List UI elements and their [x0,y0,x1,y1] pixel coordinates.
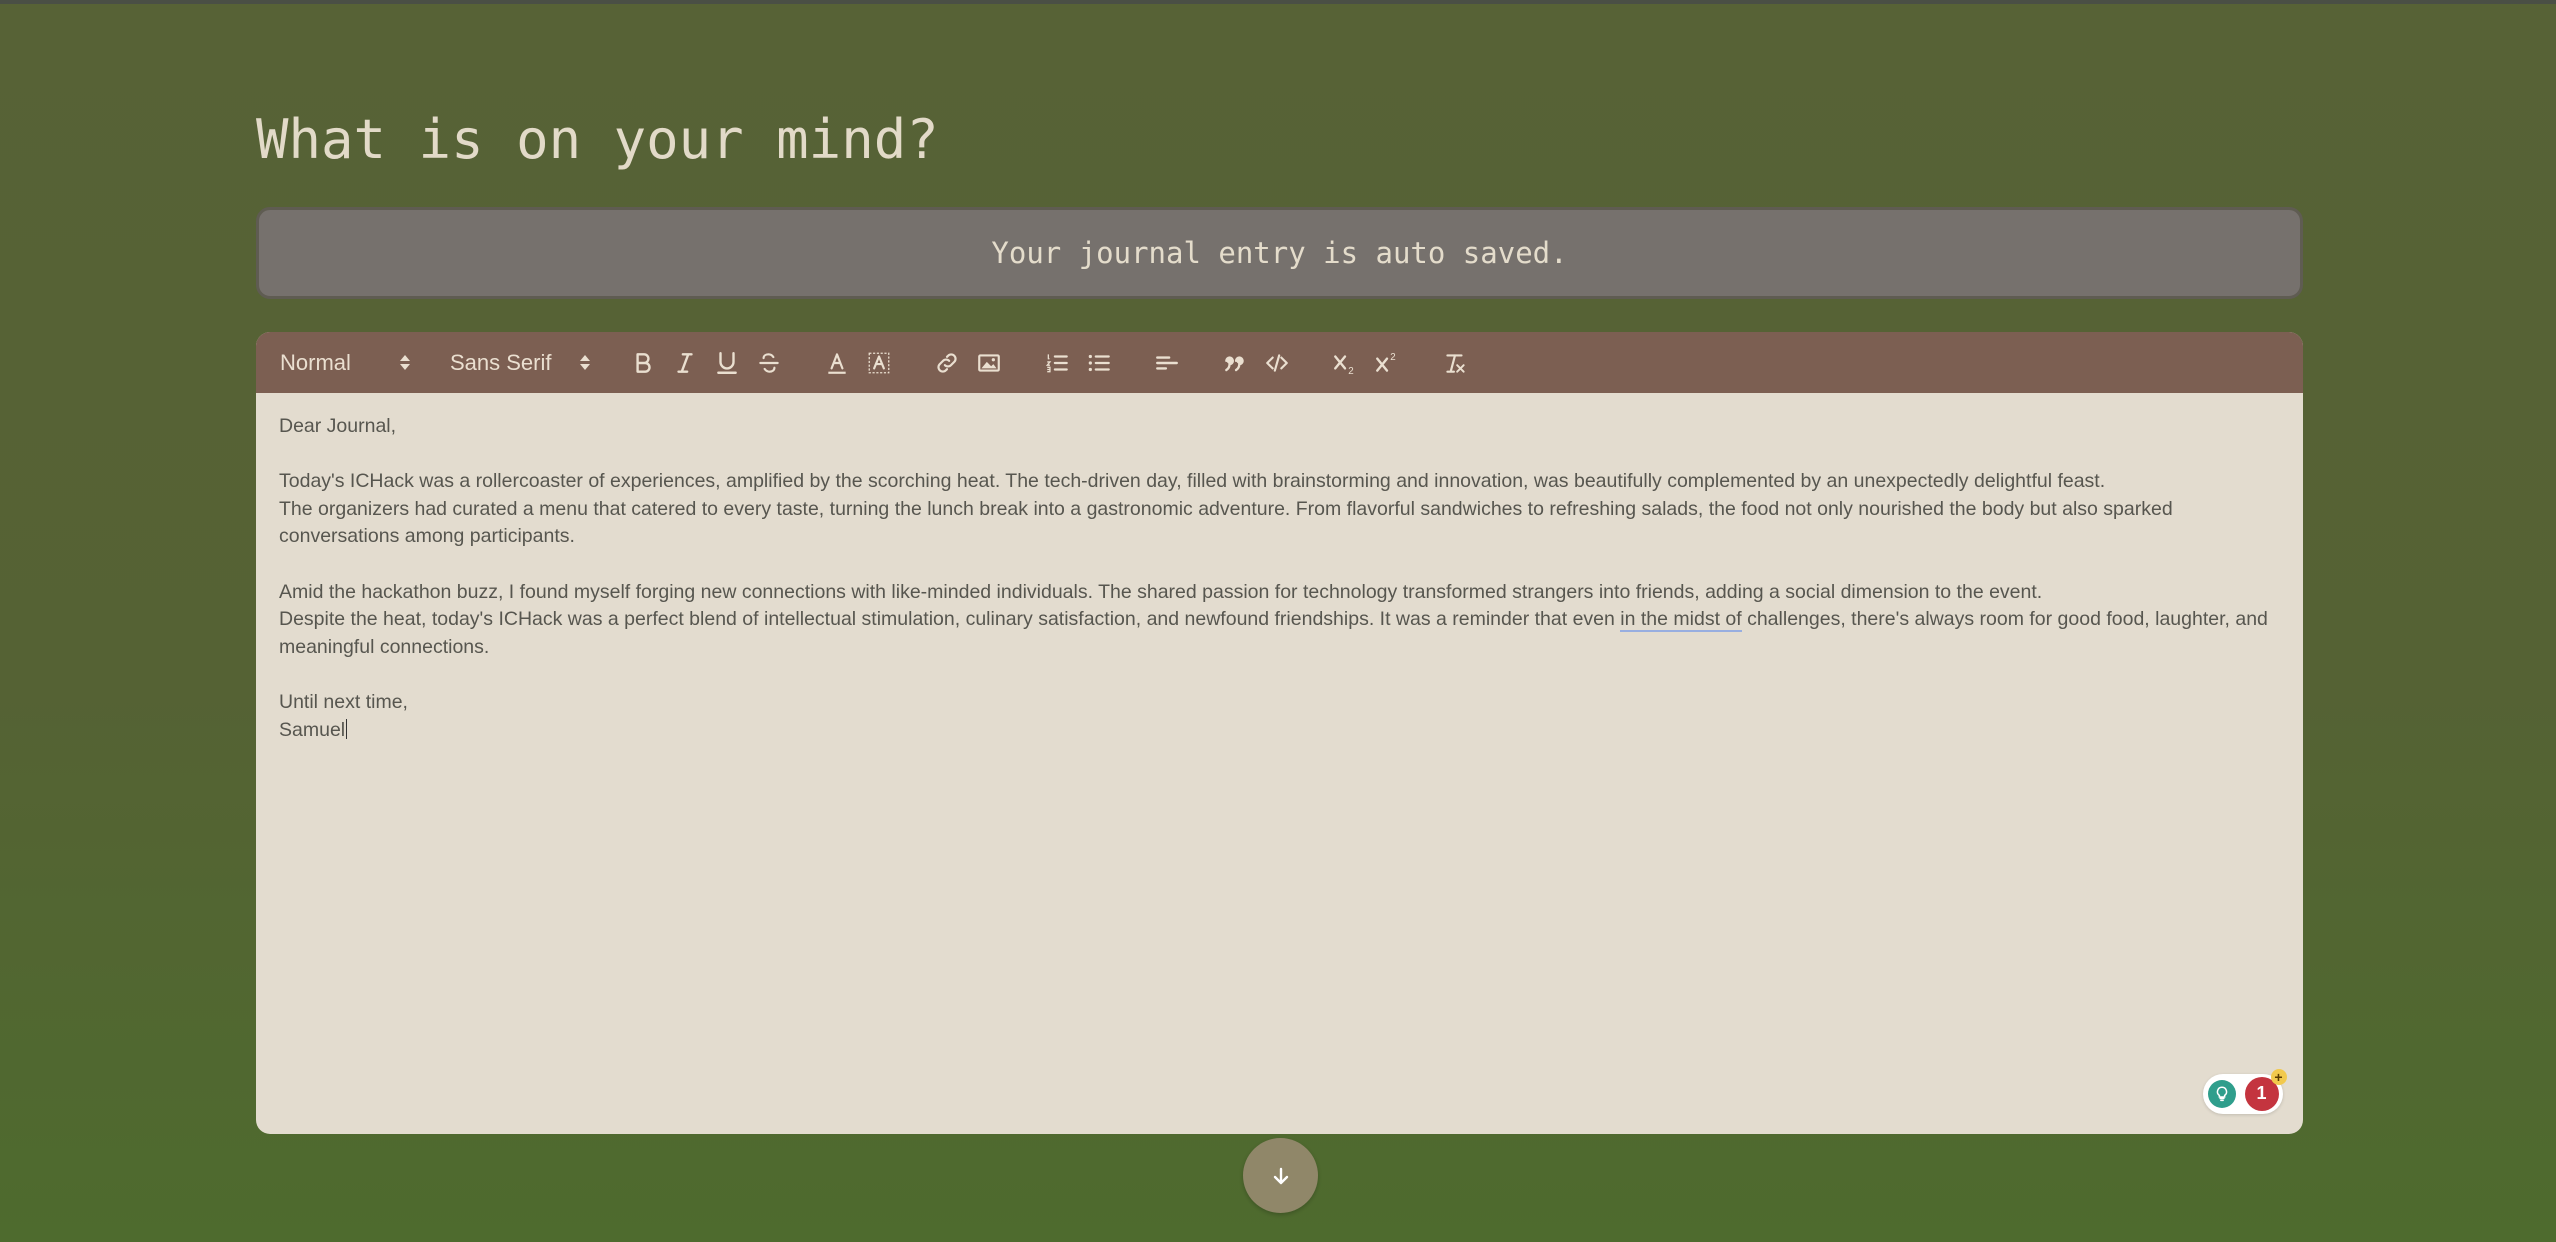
header-picker-label: Normal [280,349,351,375]
underline-button[interactable] [706,342,748,384]
background-color-button[interactable] [858,342,900,384]
bullet-list-icon [1088,354,1110,371]
window-top-border [0,0,2556,4]
clear-formatting-icon [1446,353,1465,373]
italic-icon [677,352,693,373]
image-icon [978,353,1000,372]
paragraph-line: Despite the heat, today's ICHack was a p… [279,606,2280,661]
picker-arrows-icon [580,355,590,370]
underline-icon [717,351,737,374]
editor-content[interactable]: Dear Journal, Today's ICHack was a rolle… [256,393,2303,1134]
bold-icon [636,352,651,373]
clear-formatting-button[interactable] [1434,342,1476,384]
subscript-icon: 2 [1334,354,1354,376]
quote-icon [1225,355,1244,371]
svg-text:2: 2 [1390,351,1395,362]
issue-count-badge[interactable]: 1 + [2244,1069,2287,1111]
plus-badge-icon: + [2270,1069,2287,1085]
text-color-icon [828,352,846,374]
signature-text: Samuel [279,718,346,741]
svg-text:2: 2 [1348,365,1353,375]
scroll-down-button[interactable] [1243,1138,1318,1213]
code-block-button[interactable] [1256,342,1298,384]
superscript-icon: 2 [1376,351,1396,372]
superscript-button[interactable]: 2 [1366,342,1408,384]
text-run: Despite the heat, today's ICHack was a p… [279,608,1621,631]
bold-button[interactable] [622,342,664,384]
font-picker-label: Sans Serif [450,349,552,375]
picker-arrows-icon [400,355,410,370]
editor-toolbar: Normal Sans Serif 2 2 [256,332,2303,393]
ordered-list-button[interactable] [1036,342,1078,384]
align-button[interactable] [1146,342,1188,384]
autosave-banner: Your journal entry is auto saved. [256,207,2303,299]
journal-editor: Normal Sans Serif 2 2 Dear Journal, Toda… [256,332,2303,1134]
text-caret [346,718,348,739]
strikethrough-icon [759,352,779,373]
italic-button[interactable] [664,342,706,384]
paragraph-line: Today's ICHack was a rollercoaster of ex… [279,470,2106,493]
signoff-line: Until next time, [279,690,408,713]
arrow-down-icon [1273,1167,1288,1184]
grammar-assistant-widget[interactable]: 1 + [2203,1069,2287,1114]
issue-count: 1 [2256,1083,2267,1104]
font-picker[interactable]: Sans Serif [450,350,590,376]
paragraph-line: The organizers had curated a menu that c… [279,497,2179,548]
autosave-notice: Your journal entry is auto saved. [991,236,1568,270]
lightbulb-icon[interactable] [2207,1080,2236,1108]
header-picker[interactable]: Normal [280,350,410,376]
link-button[interactable] [926,342,968,384]
align-left-icon [1156,355,1178,370]
image-button[interactable] [968,342,1010,384]
subscript-button[interactable]: 2 [1324,342,1366,384]
paragraph-line: Amid the hackathon buzz, I found myself … [279,580,2043,603]
signature-line: Samuel [279,717,2280,745]
ordered-list-icon [1045,353,1068,372]
page-title: What is on your mind? [256,108,939,171]
bullet-list-button[interactable] [1078,342,1120,384]
greeting-line: Dear Journal, [279,415,397,437]
blockquote-button[interactable] [1214,342,1256,384]
grammar-suggestion-phrase[interactable]: in the midst of [1620,608,1742,633]
code-icon [1266,353,1288,372]
highlight-color-icon [868,352,890,373]
strike-button[interactable] [748,342,790,384]
text-color-button[interactable] [816,342,858,384]
link-icon [937,352,957,373]
